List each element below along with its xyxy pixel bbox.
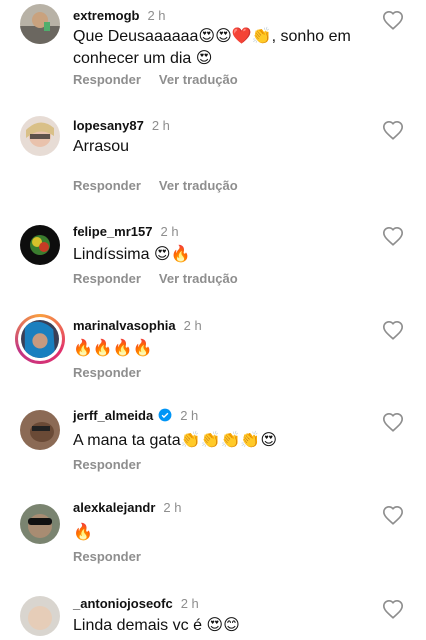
comment-text: Lindíssima 😍🔥 [73, 246, 191, 263]
avatar[interactable] [20, 116, 60, 156]
username[interactable]: alexkalejandr [73, 500, 155, 515]
avatar[interactable] [20, 410, 60, 450]
comment-meta: extremogb 2 h [73, 8, 166, 23]
comment-text: Linda demais vc é 😍😊 [73, 617, 240, 634]
reply-button[interactable]: Responder [73, 365, 141, 380]
username[interactable]: marinalvasophia [73, 318, 176, 333]
comment-meta: alexkalejandr 2 h [73, 500, 181, 515]
comment-actions: Responder Ver tradução [73, 178, 256, 193]
reply-button[interactable]: Responder [73, 457, 141, 472]
comment-meta: marinalvasophia 2 h [73, 318, 202, 333]
comment-actions: Responder [73, 365, 159, 380]
comment-time: 2 h [183, 318, 202, 333]
comment-text: 🔥🔥🔥🔥 [73, 340, 153, 357]
comment-time: 2 h [160, 224, 179, 239]
story-ring-inner [18, 317, 62, 361]
reply-button[interactable]: Responder [73, 549, 141, 564]
comment-text: 🔥 [73, 524, 93, 541]
comment-actions: Responder [73, 549, 159, 564]
comment-time: 2 h [180, 596, 199, 611]
heart-outline-icon[interactable] [382, 120, 404, 142]
avatar[interactable] [20, 504, 60, 544]
see-translation-button[interactable]: Ver tradução [159, 72, 238, 87]
avatar[interactable] [21, 320, 59, 358]
avatar[interactable] [20, 225, 60, 265]
comment-actions: Responder Ver tradução [73, 72, 256, 87]
comment-text: Que Deusaaaaaa😍😍❤️👏, sonho em conhecer u… [73, 28, 351, 67]
comment-actions: Responder Ver tradução [73, 271, 256, 286]
heart-outline-icon[interactable] [382, 412, 404, 434]
heart-outline-icon[interactable] [382, 505, 404, 527]
comment-meta: _antoniojoseofc 2 h [73, 596, 199, 611]
verified-badge-icon [158, 408, 172, 422]
heart-outline-icon[interactable] [382, 10, 404, 32]
comment-text: Arrasou [73, 138, 130, 155]
see-translation-button[interactable]: Ver tradução [159, 271, 238, 286]
comment-text: A mana ta gata👏👏👏👏😍 [73, 432, 277, 449]
heart-outline-icon[interactable] [382, 599, 404, 621]
comment-time: 2 h [163, 500, 182, 515]
reply-button[interactable]: Responder [73, 72, 141, 87]
username[interactable]: extremogb [73, 8, 139, 23]
story-ring[interactable] [15, 314, 65, 364]
comment-time: 2 h [180, 408, 199, 423]
reply-button[interactable]: Responder [73, 178, 141, 193]
reply-button[interactable]: Responder [73, 271, 141, 286]
comment-meta: jerff_almeida 2 h [73, 408, 198, 423]
username[interactable]: jerff_almeida [73, 408, 153, 423]
username[interactable]: _antoniojoseofc [73, 596, 173, 611]
comment-meta: lopesany87 2 h [73, 118, 170, 133]
comment-time: 2 h [151, 118, 170, 133]
comment-time: 2 h [147, 8, 166, 23]
comment-actions: Responder [73, 457, 159, 472]
avatar[interactable] [20, 596, 60, 636]
username[interactable]: felipe_mr157 [73, 224, 153, 239]
avatar[interactable] [20, 4, 60, 44]
comment-meta: felipe_mr157 2 h [73, 224, 179, 239]
see-translation-button[interactable]: Ver tradução [159, 178, 238, 193]
heart-outline-icon[interactable] [382, 226, 404, 248]
username[interactable]: lopesany87 [73, 118, 144, 133]
heart-outline-icon[interactable] [382, 320, 404, 342]
